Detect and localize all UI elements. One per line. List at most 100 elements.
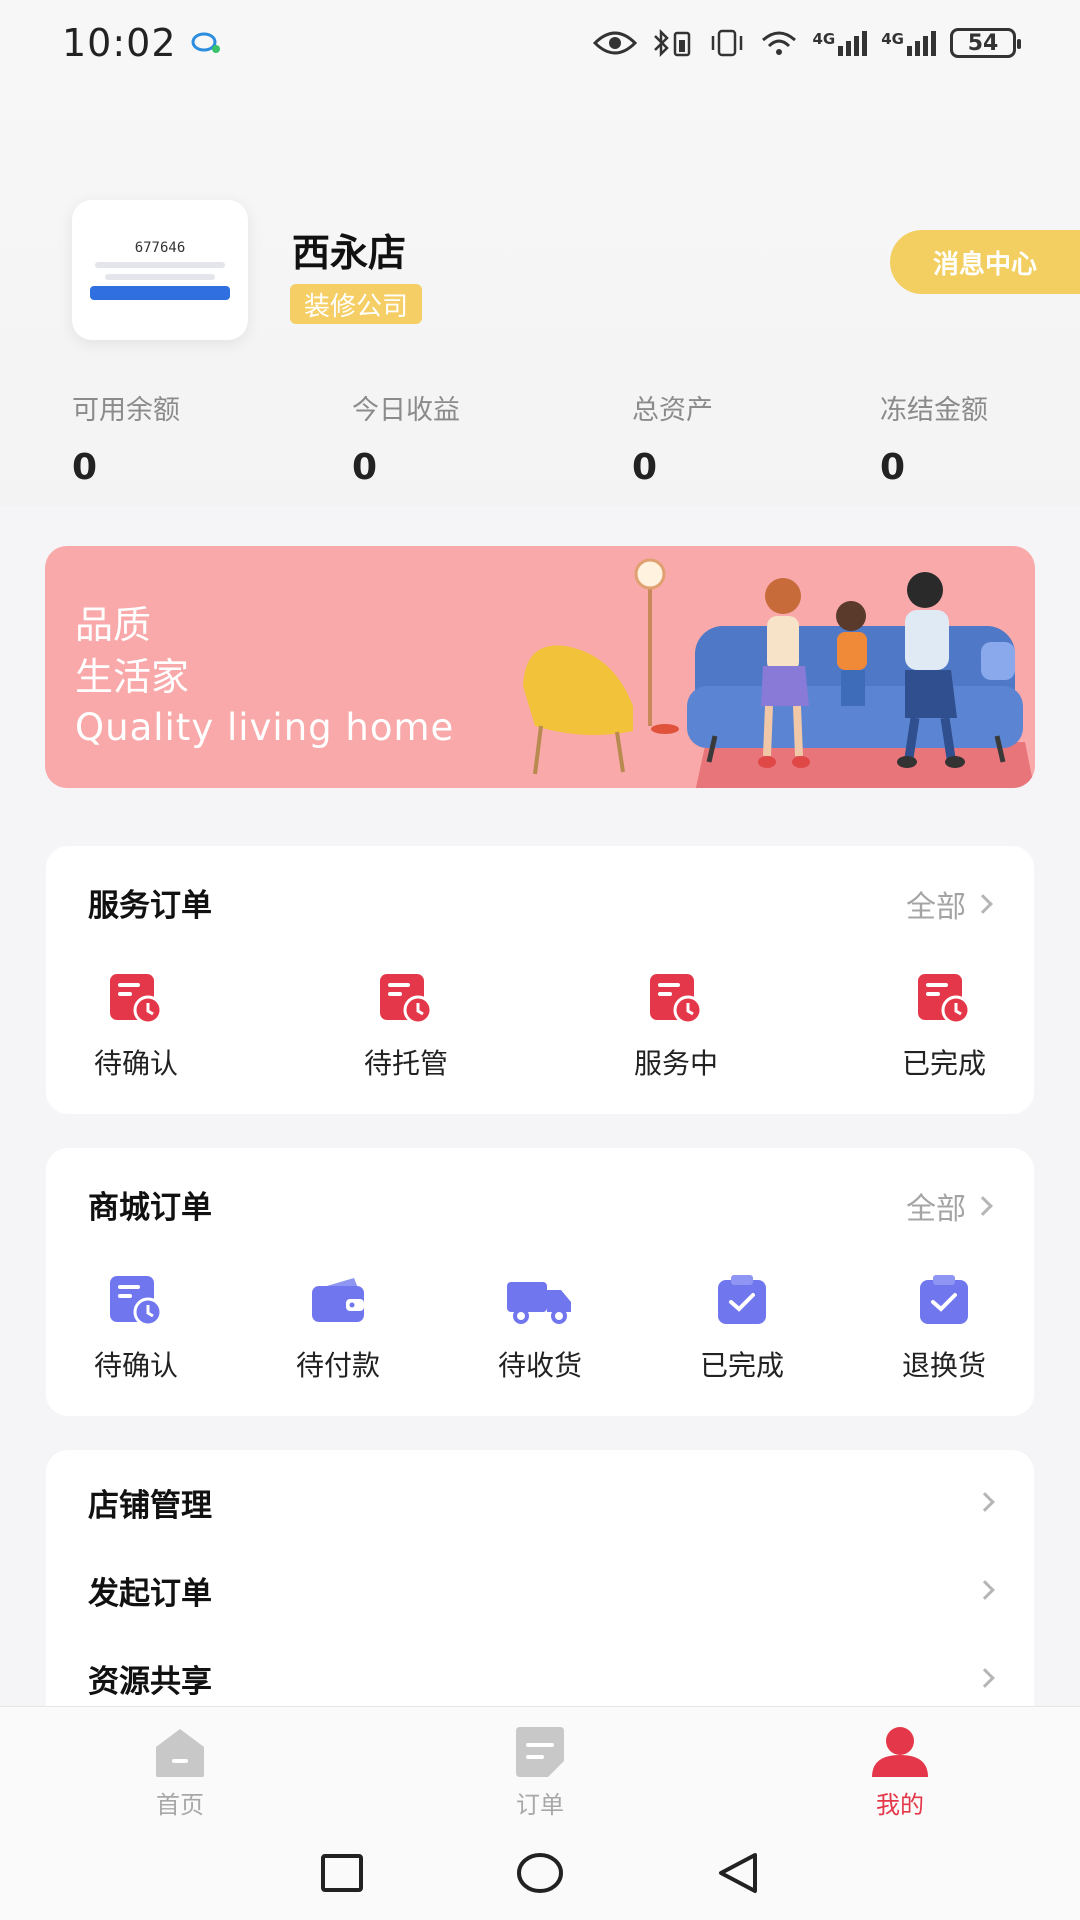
tab-orders[interactable]: 订单 xyxy=(360,1707,720,1826)
mall-orders-title: 商城订单 xyxy=(88,1190,212,1226)
message-center-button[interactable]: 消息中心 xyxy=(890,230,1080,294)
user-icon xyxy=(872,1727,928,1777)
wallet-icon xyxy=(312,1278,364,1322)
status-bar: 10:02 4G 4G 54 xyxy=(0,0,1080,86)
stat-label: 冻结金额 xyxy=(880,395,988,426)
system-nav-bar xyxy=(0,1826,1080,1920)
stat-label: 总资产 xyxy=(632,395,713,426)
service-order-in-service[interactable]: 服务中 xyxy=(606,972,746,1082)
service-orders-card: 服务订单 全部 待确认 待托管 服务中 已完成 xyxy=(46,846,1034,1114)
stat-value: 0 xyxy=(72,447,98,488)
back-icon[interactable] xyxy=(715,1851,761,1895)
menu-label: 发起订单 xyxy=(88,1575,212,1612)
stat-today-earnings[interactable]: 今日收益 0 xyxy=(352,388,460,488)
chevron-right-icon xyxy=(973,1196,993,1216)
mall-orders-card: 商城订单 全部 待确认 待付款 待收货 已完成 退换货 xyxy=(46,1148,1034,1416)
all-label: 全部 xyxy=(906,1192,966,1227)
tab-label: 我的 xyxy=(876,1791,924,1819)
clipboard-check-icon xyxy=(920,1275,968,1324)
order-clock-icon xyxy=(380,974,433,1024)
banner-line-2: 生活家 xyxy=(75,655,190,699)
banner-illustration xyxy=(523,558,1035,788)
avatar[interactable]: 677646 xyxy=(72,200,248,340)
order-clock-icon xyxy=(110,974,163,1024)
service-orders-row: 待确认 待托管 服务中 已完成 xyxy=(46,972,1034,1082)
order-tab-icon xyxy=(516,1727,564,1777)
menu-label: 店铺管理 xyxy=(88,1487,212,1524)
network-label-2: 4G xyxy=(881,30,904,48)
home-icon xyxy=(156,1729,204,1777)
tab-label: 订单 xyxy=(516,1791,564,1819)
service-orders-all-link[interactable]: 全部 xyxy=(906,882,993,926)
chevron-right-icon xyxy=(975,1668,995,1688)
mall-order-pending-payment[interactable]: 待付款 xyxy=(268,1274,408,1384)
avatar-line xyxy=(105,274,215,280)
stat-label: 可用余额 xyxy=(72,395,180,426)
menu-item-create-order[interactable]: 发起订单 xyxy=(46,1546,1034,1634)
menu-item-store-management[interactable]: 店铺管理 xyxy=(46,1458,1034,1546)
menu-label: 资源共享 xyxy=(88,1663,212,1700)
network-label-1: 4G xyxy=(812,30,836,48)
recent-apps-icon[interactable] xyxy=(319,1853,365,1893)
stats-row: 可用余额 0 今日收益 0 总资产 0 冻结金额 0 xyxy=(72,388,1012,488)
mall-orders-row: 待确认 待付款 待收货 已完成 退换货 xyxy=(46,1274,1034,1384)
chevron-right-icon xyxy=(975,1580,995,1600)
stat-frozen-amount[interactable]: 冻结金额 0 xyxy=(880,388,988,488)
service-order-completed[interactable]: 已完成 xyxy=(874,972,1014,1082)
mall-order-completed[interactable]: 已完成 xyxy=(672,1274,812,1384)
battery-indicator: 54 xyxy=(950,28,1021,58)
truck-icon xyxy=(507,1282,571,1324)
tab-mine[interactable]: 我的 xyxy=(720,1707,1080,1826)
avatar-code: 677646 xyxy=(134,240,186,256)
order-clock-icon xyxy=(650,974,703,1024)
service-order-pending-escrow[interactable]: 待托管 xyxy=(336,972,476,1082)
order-clock-icon xyxy=(110,1276,163,1326)
order-label: 待收货 xyxy=(497,1349,582,1382)
banner-line-3: Quality living home xyxy=(75,706,455,749)
mall-order-pending-receipt[interactable]: 待收货 xyxy=(470,1274,610,1384)
avatar-button-graphic xyxy=(90,286,230,300)
banner-line-1: 品质 xyxy=(75,603,152,647)
stat-value: 0 xyxy=(632,447,658,488)
vibrate-icon xyxy=(711,29,742,57)
signal-2-icon: 4G xyxy=(881,30,936,56)
service-orders-title: 服务订单 xyxy=(88,888,212,924)
bottom-tab-bar: 首页 订单 我的 xyxy=(0,1706,1080,1826)
order-label: 已完成 xyxy=(699,1349,784,1382)
order-label: 服务中 xyxy=(633,1047,718,1080)
tab-label: 首页 xyxy=(156,1791,204,1819)
mall-order-pending-confirm[interactable]: 待确认 xyxy=(66,1274,206,1384)
signal-1-icon: 4G xyxy=(813,30,868,56)
tab-home[interactable]: 首页 xyxy=(0,1707,360,1826)
wifi-icon xyxy=(761,31,796,55)
home-circle-icon[interactable] xyxy=(515,1851,565,1895)
eye-icon xyxy=(592,31,637,55)
order-label: 待付款 xyxy=(295,1349,380,1382)
stat-total-assets[interactable]: 总资产 0 xyxy=(632,388,713,488)
stat-label: 今日收益 xyxy=(352,395,460,426)
order-label: 退换货 xyxy=(901,1349,986,1382)
chat-notification-icon xyxy=(191,32,220,53)
mall-orders-all-link[interactable]: 全部 xyxy=(906,1184,993,1228)
clipboard-check-icon xyxy=(718,1275,766,1324)
bluetooth-battery-icon xyxy=(653,28,690,58)
all-label: 全部 xyxy=(906,890,966,925)
menu-list-card: 店铺管理 发起订单 资源共享 xyxy=(46,1450,1034,1720)
stat-available-balance[interactable]: 可用余额 0 xyxy=(72,388,180,488)
chevron-right-icon xyxy=(975,1492,995,1512)
shop-name: 西永店 xyxy=(292,231,407,275)
chevron-right-icon xyxy=(973,894,993,914)
shop-tag: 装修公司 xyxy=(290,284,423,324)
order-label: 待确认 xyxy=(93,1047,178,1080)
order-clock-icon xyxy=(918,974,971,1024)
stat-value: 0 xyxy=(880,447,906,488)
avatar-line xyxy=(95,262,225,268)
service-order-pending-confirm[interactable]: 待确认 xyxy=(66,972,206,1082)
mall-order-returns[interactable]: 退换货 xyxy=(874,1274,1014,1384)
promo-banner[interactable]: 品质 生活家 Quality living home xyxy=(45,546,1035,788)
status-time: 10:02 xyxy=(62,21,177,65)
order-label: 待确认 xyxy=(93,1349,178,1382)
order-label: 已完成 xyxy=(901,1047,986,1080)
stat-value: 0 xyxy=(352,447,378,488)
order-label: 待托管 xyxy=(363,1047,448,1080)
